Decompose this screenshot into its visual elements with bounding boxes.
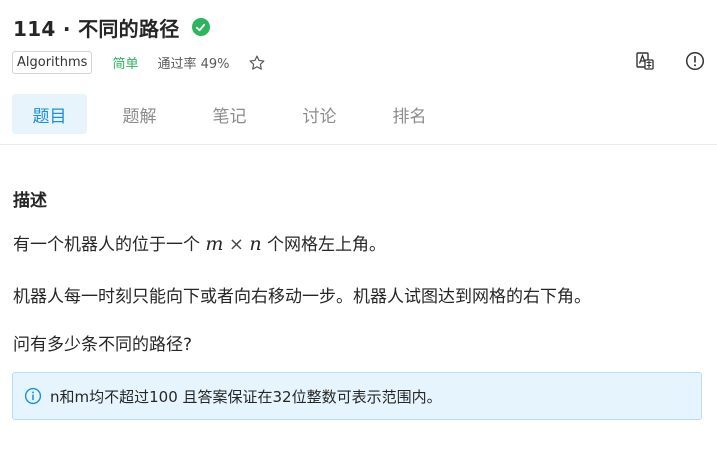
description-line-3: 问有多少条不同的路径?: [13, 335, 193, 355]
math-times: ×: [228, 234, 244, 255]
header-actions: [605, 51, 705, 71]
tab-ranking[interactable]: 排名: [372, 94, 447, 134]
line1-prefix: 有一个机器人的位于一个: [13, 235, 200, 255]
description-line-1: 有一个机器人的位于一个 m × n 个网格左上角。: [13, 230, 386, 255]
description-line-2: 机器人每一时刻只能向下或者向右移动一步。机器人试图达到网格的右下角。: [13, 287, 591, 307]
info-circle-icon[interactable]: [685, 51, 705, 71]
tab-solutions[interactable]: 题解: [102, 94, 177, 134]
pass-rate: 通过率 49%: [157, 57, 230, 72]
problem-meta: Algorithms 简单 通过率 49%: [12, 50, 266, 75]
tab-problem[interactable]: 题目: [12, 94, 87, 134]
star-icon[interactable]: [248, 54, 266, 72]
problem-header: 114 · 不同的路径: [13, 12, 210, 42]
problem-title: 114 · 不同的路径: [13, 16, 180, 41]
math-m: m: [205, 233, 224, 255]
translate-icon[interactable]: [635, 51, 655, 71]
category-tag[interactable]: Algorithms: [12, 51, 93, 74]
check-circle-icon: [191, 18, 210, 36]
description-heading: 描述: [13, 191, 47, 211]
divider: [0, 144, 717, 145]
tab-discussion[interactable]: 讨论: [282, 94, 357, 134]
tab-notes[interactable]: 笔记: [192, 94, 267, 134]
constraint-note: n和m均不超过100 且答案保证在32位整数可表示范围内。: [12, 372, 702, 420]
problem-tabs: 题目 题解 笔记 讨论 排名: [12, 94, 462, 134]
note-text: n和m均不超过100 且答案保证在32位整数可表示范围内。: [50, 387, 442, 406]
info-circle-icon: [24, 387, 42, 405]
line1-suffix: 个网格左上角。: [267, 235, 386, 255]
math-n: n: [249, 233, 262, 255]
difficulty-label: 简单: [112, 57, 139, 72]
